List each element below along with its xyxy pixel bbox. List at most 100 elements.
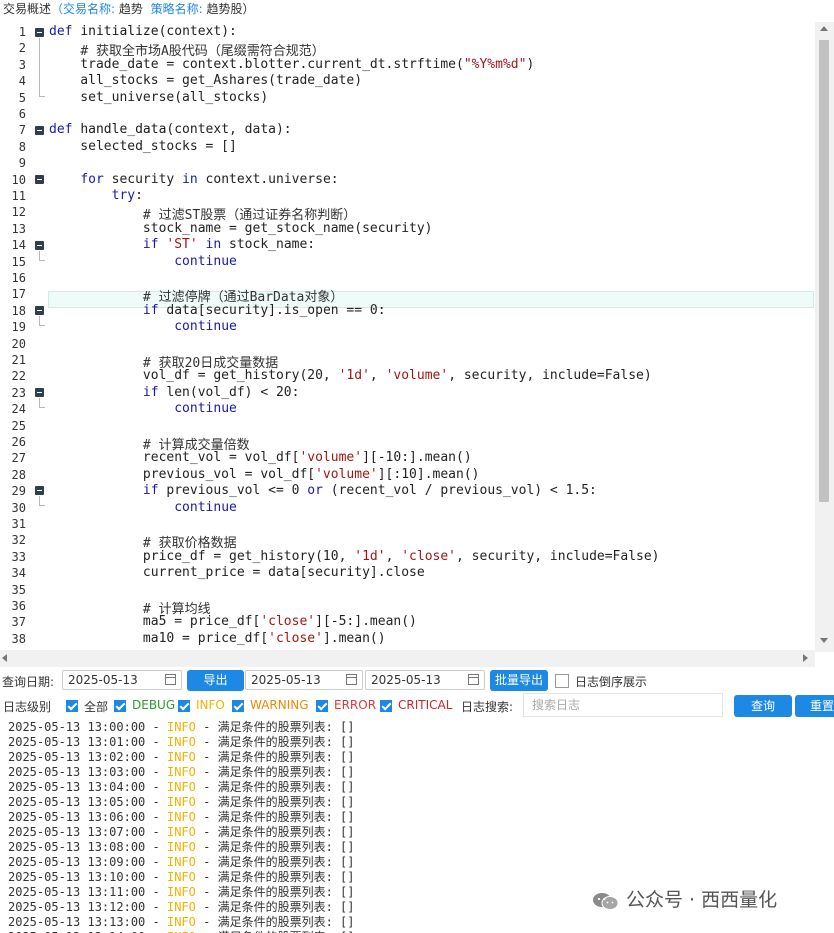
code-line[interactable]: if data[security].is_open == 0: (49, 303, 386, 318)
code-line[interactable]: all_stocks = get_Ashares(trade_date) (49, 73, 362, 88)
query-date-input[interactable]: 2025-05-13 (62, 670, 182, 690)
code-line[interactable]: trade_date = context.blotter.current_dt.… (49, 57, 534, 72)
log-time: 2025-05-13 13:04:00 (8, 780, 146, 794)
scroll-up-icon[interactable] (820, 26, 828, 31)
line-number: 2 (18, 41, 26, 56)
reset-button[interactable]: 重置 (795, 695, 834, 717)
code-token: len(vol_df) < 20: (158, 384, 300, 400)
code-line[interactable]: continue (49, 254, 237, 269)
code-line[interactable]: if len(vol_df) < 20: (49, 384, 300, 400)
fold-toggle-icon[interactable] (35, 388, 44, 397)
scroll-down-icon[interactable] (820, 638, 828, 643)
watermark-text: 公众号 · 西西量化 (626, 889, 778, 911)
level-error-checkbox[interactable] (316, 700, 328, 712)
code-token: current_price = data[security].close (49, 565, 425, 581)
range-start-input[interactable]: 2025-05-13 (245, 670, 363, 690)
code-token: ma5 = price_df[ (49, 614, 261, 630)
range-end-input[interactable]: 2025-05-13 (365, 670, 485, 690)
log-message: 满足条件的股票列表: [] (217, 750, 355, 764)
log-separator: - (145, 750, 167, 764)
log-search-input[interactable]: 搜索日志 (523, 693, 723, 717)
code-token: price_df = get_history(10, (49, 548, 355, 564)
level-warning-checkbox[interactable] (232, 700, 244, 712)
line-number: 20 (11, 336, 26, 351)
log-separator: - (195, 780, 218, 794)
log-message: 满足条件的股票列表: [] (217, 795, 355, 809)
code-line[interactable]: ma10 = price_df['close'].mean() (49, 631, 386, 646)
code-token: 'ST' (166, 237, 198, 253)
log-separator: - (145, 915, 167, 929)
reverse-order-checkbox[interactable] (555, 674, 569, 688)
calendar-icon[interactable] (165, 674, 176, 685)
fold-toggle-icon[interactable] (35, 486, 44, 495)
log-time: 2025-05-13 13:02:00 (8, 750, 146, 764)
open-paren: （ (51, 2, 64, 16)
fold-guide (39, 316, 40, 325)
code-line[interactable]: previous_vol = vol_df['volume'][:10].mea… (49, 466, 480, 482)
log-message: 满足条件的股票列表: [] (217, 765, 355, 779)
code-line[interactable]: continue (49, 500, 237, 515)
horizontal-scrollbar[interactable] (0, 650, 815, 667)
code-line[interactable]: recent_vol = vol_df['volume'][-10:].mean… (49, 450, 472, 465)
level-info-checkbox[interactable] (178, 700, 190, 712)
code-line[interactable]: current_price = data[security].close (49, 565, 425, 580)
code-line[interactable]: if 'ST' in stock_name: (49, 237, 315, 252)
fold-toggle-icon[interactable] (35, 306, 44, 315)
log-level: INFO (166, 855, 196, 869)
code-line[interactable]: stock_name = get_stock_name(security) (49, 221, 433, 236)
export-button[interactable]: 导出 (187, 670, 244, 691)
line-number: 29 (11, 484, 26, 499)
log-entry: 2025-05-13 13:00:00 - INFO - 满足条件的股票列表: … (8, 720, 834, 735)
code-line[interactable]: for security in context.universe: (49, 172, 338, 187)
query-button[interactable]: 查询 (734, 695, 792, 717)
code-line[interactable]: def handle_data(context, data): (49, 122, 292, 137)
scroll-left-icon[interactable] (2, 654, 7, 662)
vertical-scrollbar[interactable] (815, 22, 834, 652)
code-line[interactable]: try: (49, 188, 143, 203)
fold-toggle-icon[interactable] (35, 126, 44, 135)
code-token: def (49, 24, 81, 39)
code-token: if (142, 302, 159, 318)
code-line[interactable]: selected_stocks = [] (49, 139, 237, 154)
code-token: previous_vol = vol_df[ (49, 466, 316, 482)
code-token: try (111, 188, 136, 203)
code-line[interactable]: vol_df = get_history(20, '1d', 'volume',… (49, 368, 652, 383)
code-line[interactable]: def initialize(context): (49, 24, 237, 39)
code-editor[interactable]: 1 def initialize(context): 2 # 获取全市场A股代码（尾… (0, 22, 834, 667)
level-critical-checkbox[interactable] (380, 700, 392, 712)
fold-toggle-icon[interactable] (35, 28, 44, 37)
code-line[interactable]: ma5 = price_df['close'][-5:].mean() (49, 614, 417, 629)
log-level: INFO (166, 750, 196, 764)
line-number: 24 (11, 402, 26, 417)
fold-toggle-icon[interactable] (35, 175, 44, 184)
scrollbar-thumb[interactable] (819, 40, 829, 502)
calendar-icon[interactable] (346, 674, 357, 685)
code-token: (recent_vol / previous_vol) < 1.5: (322, 483, 597, 499)
code-line[interactable]: if previous_vol <= 0 or (recent_vol / pr… (49, 483, 597, 498)
code-token: "%Y%m%d" (463, 56, 527, 72)
scroll-right-icon[interactable] (803, 654, 808, 662)
line-number: 25 (11, 418, 26, 433)
code-line[interactable]: continue (49, 319, 237, 334)
log-separator: - (145, 765, 167, 779)
line-number: 38 (11, 631, 26, 646)
log-separator: - (145, 810, 167, 824)
calendar-icon[interactable] (468, 674, 479, 685)
batch-export-button[interactable]: 批量导出 (490, 670, 548, 691)
line-number: 10 (11, 172, 26, 187)
log-separator: - (195, 810, 218, 824)
log-level: INFO (166, 765, 196, 779)
code-line[interactable]: continue (49, 401, 237, 416)
log-entry: 2025-05-13 13:05:00 - INFO - 满足条件的股票列表: … (8, 795, 834, 810)
level-all-checkbox[interactable] (66, 700, 78, 712)
fold-toggle-icon[interactable] (35, 241, 44, 250)
line-number: 18 (11, 303, 26, 318)
range-end-value: 2025-05-13 (371, 673, 441, 687)
code-line[interactable]: price_df = get_history(10, '1d', 'close'… (49, 549, 660, 564)
query-date-value: 2025-05-13 (68, 673, 138, 687)
log-level: INFO (166, 900, 196, 914)
code-token: , security, include=False) (456, 548, 660, 564)
level-debug-checkbox[interactable] (114, 700, 126, 712)
code-line[interactable]: set_universe(all_stocks) (49, 90, 268, 105)
log-message: 满足条件的股票列表: [] (217, 825, 355, 839)
